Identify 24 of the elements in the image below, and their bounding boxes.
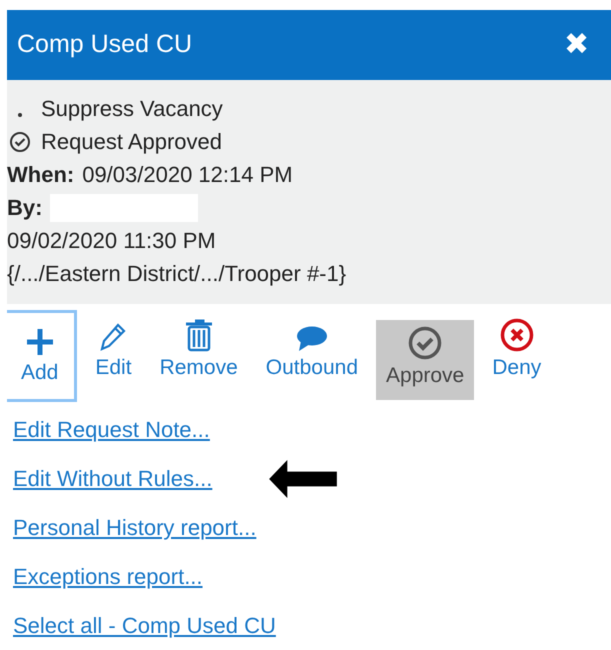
window-title: Comp Used CU bbox=[17, 29, 192, 60]
check-circle-icon bbox=[7, 130, 33, 152]
menu-link[interactable]: Exceptions report... bbox=[13, 560, 203, 592]
check-circle-icon bbox=[408, 324, 442, 360]
remove-button[interactable]: Remove bbox=[150, 310, 248, 390]
outbound-button[interactable]: Outbound bbox=[256, 310, 368, 390]
menu-link[interactable]: Edit Without Rules... bbox=[13, 462, 212, 494]
menu-link[interactable]: Personal History report... bbox=[13, 512, 256, 544]
bullet-icon bbox=[18, 113, 22, 117]
menu-link[interactable]: Select all - Comp Used CU bbox=[13, 610, 276, 642]
field-value: 09/03/2020 12:14 PM bbox=[82, 161, 293, 189]
status-text: Request Approved bbox=[41, 128, 222, 156]
field-label: By: bbox=[7, 194, 42, 222]
menu-link[interactable]: Edit Request Note... bbox=[13, 414, 210, 446]
add-button[interactable]: Add bbox=[7, 310, 78, 402]
x-circle-icon bbox=[500, 316, 534, 352]
field-label: When: bbox=[7, 161, 74, 189]
edit-button[interactable]: Edit bbox=[85, 310, 142, 390]
detail-text: 09/02/2020 11:30 PM bbox=[7, 227, 216, 255]
close-button[interactable]: ✖ bbox=[564, 30, 589, 60]
detail-text: {/.../Eastern District/.../Trooper #-1} bbox=[7, 260, 346, 288]
approve-button[interactable]: Approve bbox=[376, 320, 474, 400]
deny-button[interactable]: Deny bbox=[482, 310, 552, 390]
status-text: Suppress Vacancy bbox=[41, 95, 223, 123]
